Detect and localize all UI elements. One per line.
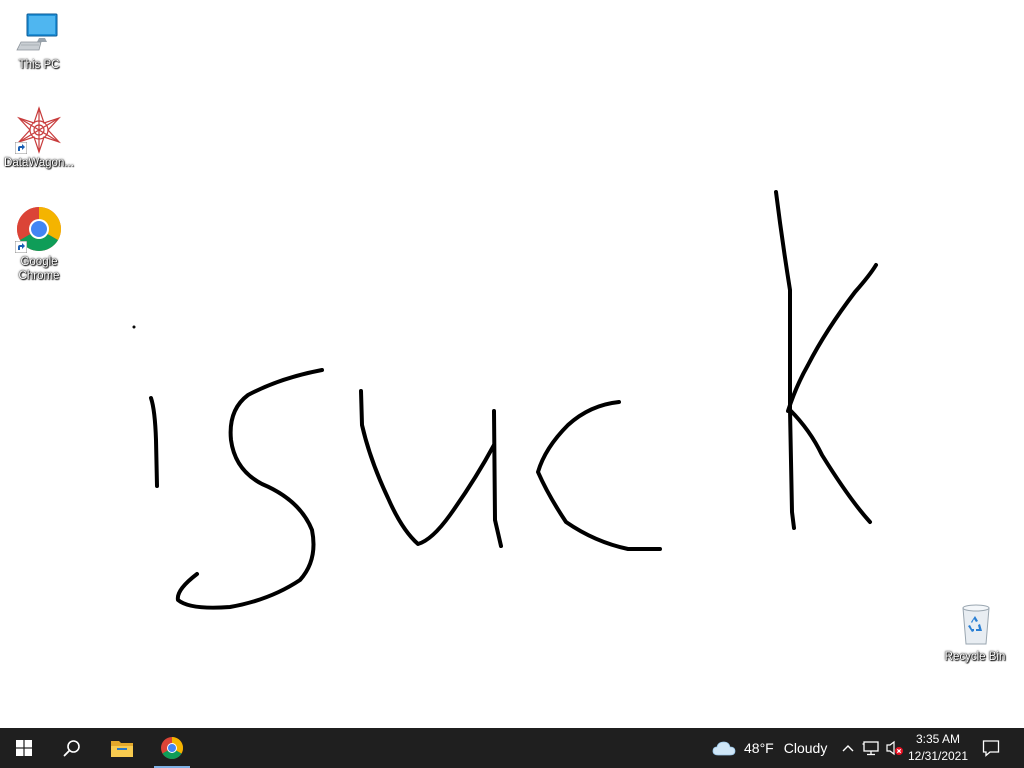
taskbar: 48°F Cloudy 3:35 AM 12/31/2021 (0, 728, 1024, 768)
weather-temp: 48°F (744, 740, 774, 756)
scribble-stroke-s (175, 368, 324, 610)
clock-date: 12/31/2021 (907, 749, 969, 763)
chevron-up-icon (842, 745, 854, 752)
chrome-icon (161, 737, 183, 759)
scribble-stroke-u (359, 389, 496, 546)
scribble-stroke-k-leg (788, 408, 872, 524)
search-button[interactable] (48, 728, 96, 768)
file-explorer-button[interactable] (98, 728, 146, 768)
desktop[interactable]: This PC DataWagon... Google Chrome Recyc… (0, 0, 1024, 728)
clock-time: 3:35 AM (915, 732, 961, 746)
scribble-dot (132, 325, 136, 329)
scribble-stroke-k-stem (774, 190, 796, 530)
network-icon (862, 741, 879, 756)
search-icon (63, 740, 80, 757)
show-hidden-icons-button[interactable] (838, 738, 858, 758)
network-button[interactable] (861, 738, 881, 758)
chrome-taskbar-button[interactable] (148, 728, 196, 768)
file-explorer-icon (111, 741, 133, 757)
weather-condition: Cloudy (783, 740, 828, 756)
scribble-stroke-k-arm (786, 263, 878, 413)
clock[interactable]: 3:35 AM 12/31/2021 (902, 731, 974, 765)
cloud-icon (712, 741, 736, 756)
scribble-stroke-u-right (492, 409, 503, 548)
start-button[interactable] (0, 728, 48, 768)
handwritten-scribble (132, 190, 878, 610)
windows-logo-icon (16, 740, 32, 756)
scribble-stroke-c (536, 400, 662, 551)
notifications-icon (982, 740, 1000, 757)
weather-widget[interactable]: 48°F Cloudy (712, 728, 827, 768)
action-center-button[interactable] (981, 738, 1001, 758)
scribble-stroke-i (149, 396, 159, 488)
